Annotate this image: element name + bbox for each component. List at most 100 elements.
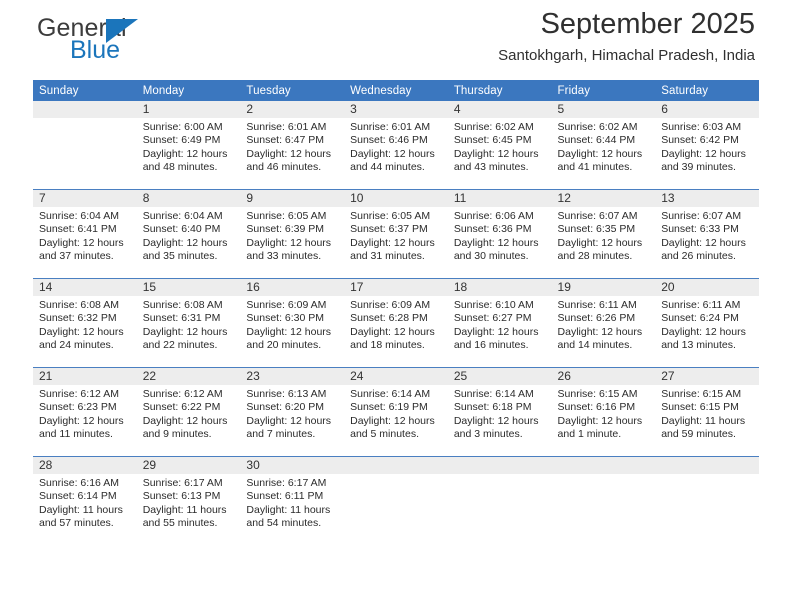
day-detail-daylight2: and 5 minutes. <box>350 428 419 441</box>
calendar-day-cell[interactable]: 2 Sunrise: 6:01 AM Sunset: 6:47 PM Daylight… <box>240 101 345 190</box>
day-detail-daylight1: Daylight: 12 hours <box>39 414 124 427</box>
day-details: Sunrise: 6:16 AM Sunset: 6:14 PM Daylight:… <box>33 474 137 531</box>
day-detail-sunrise: Sunrise: 6:06 AM <box>453 210 534 222</box>
day-details <box>33 118 137 121</box>
calendar-day-cell[interactable]: 20 Sunrise: 6:11 AM Sunset: 6:24 PM Dayligh… <box>655 278 759 368</box>
day-detail-daylight1: Daylight: 12 hours <box>557 236 643 249</box>
day-detail-daylight2: and 55 minutes. <box>142 517 218 530</box>
day-detail-sunrise: Sunrise: 6:15 AM <box>557 388 638 400</box>
day-details: Sunrise: 6:03 AM Sunset: 6:42 PM Daylight:… <box>655 118 759 175</box>
calendar-day-cell[interactable]: 8 Sunrise: 6:04 AM Sunset: 6:40 PM Daylight… <box>136 189 241 279</box>
calendar-day-cell[interactable]: 28 Sunrise: 6:16 AM Sunset: 6:14 PM Dayligh… <box>33 456 137 545</box>
day-detail-daylight1: Daylight: 12 hours <box>557 325 643 338</box>
calendar-day-cell[interactable]: 11 Sunrise: 6:06 AM Sunset: 6:36 PM Dayligh… <box>447 189 552 279</box>
day-detail-sunrise: Sunrise: 6:05 AM <box>246 210 327 222</box>
day-cell-inner <box>33 101 137 189</box>
day-detail-daylight2: and 31 minutes. <box>350 250 425 263</box>
calendar-day-cell[interactable]: 7 Sunrise: 6:04 AM Sunset: 6:41 PM Daylight… <box>33 189 137 279</box>
day-details <box>552 474 656 477</box>
day-detail-sunset: Sunset: 6:27 PM <box>453 312 532 325</box>
day-detail-sunset: Sunset: 6:28 PM <box>350 312 428 325</box>
day-detail-daylight2: and 9 minutes. <box>142 428 212 441</box>
day-detail-daylight2: and 14 minutes. <box>557 339 633 352</box>
day-cell-inner: 1 Sunrise: 6:00 AM Sunset: 6:49 PM Daylight… <box>136 101 241 189</box>
calendar-day-cell[interactable]: 25 Sunrise: 6:14 AM Sunset: 6:18 PM Dayligh… <box>447 367 552 457</box>
day-cell-inner: 18 Sunrise: 6:10 AM Sunset: 6:27 PM Dayligh… <box>447 279 552 367</box>
calendar-day-cell[interactable]: 17 Sunrise: 6:09 AM Sunset: 6:28 PM Dayligh… <box>344 278 448 368</box>
day-detail-sunrise: Sunrise: 6:14 AM <box>350 388 431 400</box>
day-cell-inner: 20 Sunrise: 6:11 AM Sunset: 6:24 PM Dayligh… <box>655 279 759 367</box>
day-detail-daylight1: Daylight: 12 hours <box>39 236 124 249</box>
calendar-day-cell <box>344 456 448 545</box>
day-details: Sunrise: 6:13 AM Sunset: 6:20 PM Daylight:… <box>240 385 344 442</box>
day-number: 7 <box>33 190 137 207</box>
calendar-day-cell[interactable]: 5 Sunrise: 6:02 AM Sunset: 6:44 PM Daylight… <box>551 101 656 190</box>
day-detail-sunrise: Sunrise: 6:00 AM <box>142 121 223 133</box>
day-detail-daylight2: and 57 minutes. <box>39 517 114 530</box>
day-detail-sunrise: Sunrise: 6:12 AM <box>142 388 223 400</box>
day-number <box>655 457 759 474</box>
day-detail-sunrise: Sunrise: 6:02 AM <box>453 121 534 133</box>
calendar-day-cell[interactable]: 9 Sunrise: 6:05 AM Sunset: 6:39 PM Daylight… <box>240 189 345 279</box>
day-detail-daylight2: and 37 minutes. <box>39 250 114 263</box>
day-detail-daylight1: Daylight: 12 hours <box>350 147 435 160</box>
day-cell-inner: 24 Sunrise: 6:14 AM Sunset: 6:19 PM Dayligh… <box>344 368 448 456</box>
calendar-day-cell[interactable]: 29 Sunrise: 6:17 AM Sunset: 6:13 PM Dayligh… <box>136 456 241 545</box>
day-detail-sunset: Sunset: 6:49 PM <box>142 134 221 147</box>
day-details: Sunrise: 6:17 AM Sunset: 6:11 PM Daylight:… <box>240 474 344 531</box>
calendar-week-row: 28 Sunrise: 6:16 AM Sunset: 6:14 PM Dayligh… <box>33 456 759 545</box>
calendar-day-cell[interactable]: 6 Sunrise: 6:03 AM Sunset: 6:42 PM Daylight… <box>655 101 759 190</box>
calendar-day-cell[interactable]: 14 Sunrise: 6:08 AM Sunset: 6:32 PM Dayligh… <box>33 278 137 368</box>
day-number: 28 <box>33 457 137 474</box>
day-cell-inner: 22 Sunrise: 6:12 AM Sunset: 6:22 PM Dayligh… <box>136 368 241 456</box>
day-number: 15 <box>136 279 241 296</box>
day-detail-sunrise: Sunrise: 6:11 AM <box>661 299 741 311</box>
day-number: 6 <box>655 101 759 118</box>
day-details: Sunrise: 6:01 AM Sunset: 6:46 PM Daylight:… <box>344 118 448 175</box>
calendar-day-cell[interactable]: 27 Sunrise: 6:15 AM Sunset: 6:15 PM Dayligh… <box>655 367 759 457</box>
day-number: 14 <box>33 279 137 296</box>
day-details: Sunrise: 6:07 AM Sunset: 6:35 PM Daylight:… <box>552 207 656 264</box>
calendar-day-cell[interactable]: 1 Sunrise: 6:00 AM Sunset: 6:49 PM Daylight… <box>136 101 241 190</box>
day-detail-sunset: Sunset: 6:23 PM <box>39 401 117 414</box>
day-number: 19 <box>551 279 656 296</box>
day-number: 9 <box>240 190 345 207</box>
day-details: Sunrise: 6:11 AM Sunset: 6:26 PM Daylight:… <box>552 296 656 353</box>
day-cell-inner: 13 Sunrise: 6:07 AM Sunset: 6:33 PM Dayligh… <box>655 190 759 278</box>
calendar-day-cell[interactable]: 12 Sunrise: 6:07 AM Sunset: 6:35 PM Dayligh… <box>551 189 656 279</box>
day-detail-sunset: Sunset: 6:26 PM <box>557 312 636 325</box>
day-details <box>448 474 552 477</box>
day-cell-inner: 26 Sunrise: 6:15 AM Sunset: 6:16 PM Dayligh… <box>551 368 656 456</box>
day-detail-sunset: Sunset: 6:16 PM <box>557 401 636 414</box>
calendar-day-cell[interactable]: 19 Sunrise: 6:11 AM Sunset: 6:26 PM Dayligh… <box>551 278 656 368</box>
calendar-day-cell[interactable]: 16 Sunrise: 6:09 AM Sunset: 6:30 PM Dayligh… <box>240 278 345 368</box>
day-detail-daylight1: Daylight: 12 hours <box>39 325 124 338</box>
day-cell-inner <box>344 457 448 545</box>
day-number: 20 <box>655 279 759 296</box>
calendar-day-cell[interactable]: 30 Sunrise: 6:17 AM Sunset: 6:11 PM Dayligh… <box>240 456 345 545</box>
day-cell-inner: 19 Sunrise: 6:11 AM Sunset: 6:26 PM Dayligh… <box>551 279 656 367</box>
calendar-day-cell[interactable]: 15 Sunrise: 6:08 AM Sunset: 6:31 PM Dayligh… <box>136 278 241 368</box>
day-number: 22 <box>136 368 241 385</box>
day-detail-sunrise: Sunrise: 6:05 AM <box>350 210 431 222</box>
day-cell-inner: 11 Sunrise: 6:06 AM Sunset: 6:36 PM Dayligh… <box>447 190 552 278</box>
calendar-day-cell[interactable]: 26 Sunrise: 6:15 AM Sunset: 6:16 PM Dayligh… <box>551 367 656 457</box>
calendar-day-cell[interactable]: 10 Sunrise: 6:05 AM Sunset: 6:37 PM Dayligh… <box>344 189 448 279</box>
day-cell-inner: 14 Sunrise: 6:08 AM Sunset: 6:32 PM Dayligh… <box>33 279 137 367</box>
calendar-day-cell[interactable]: 4 Sunrise: 6:02 AM Sunset: 6:45 PM Daylight… <box>447 101 552 190</box>
calendar-day-cell[interactable]: 24 Sunrise: 6:14 AM Sunset: 6:19 PM Dayligh… <box>344 367 448 457</box>
calendar-day-cell[interactable]: 18 Sunrise: 6:10 AM Sunset: 6:27 PM Dayligh… <box>447 278 552 368</box>
day-detail-sunset: Sunset: 6:20 PM <box>246 401 325 414</box>
day-detail-daylight1: Daylight: 12 hours <box>453 236 539 249</box>
calendar-day-cell[interactable]: 21 Sunrise: 6:12 AM Sunset: 6:23 PM Dayligh… <box>33 367 137 457</box>
day-detail-sunrise: Sunrise: 6:12 AM <box>39 388 119 400</box>
day-detail-sunrise: Sunrise: 6:17 AM <box>142 477 223 489</box>
day-cell-inner: 5 Sunrise: 6:02 AM Sunset: 6:44 PM Daylight… <box>551 101 656 189</box>
calendar-day-cell[interactable]: 23 Sunrise: 6:13 AM Sunset: 6:20 PM Dayligh… <box>240 367 345 457</box>
day-details: Sunrise: 6:07 AM Sunset: 6:33 PM Daylight:… <box>655 207 759 264</box>
calendar-day-cell[interactable]: 22 Sunrise: 6:12 AM Sunset: 6:22 PM Dayligh… <box>136 367 241 457</box>
day-detail-sunrise: Sunrise: 6:10 AM <box>453 299 534 311</box>
triangle-icon <box>106 19 138 43</box>
calendar-day-cell[interactable]: 13 Sunrise: 6:07 AM Sunset: 6:33 PM Dayligh… <box>655 189 759 279</box>
calendar-day-cell[interactable]: 3 Sunrise: 6:01 AM Sunset: 6:46 PM Daylight… <box>344 101 448 190</box>
